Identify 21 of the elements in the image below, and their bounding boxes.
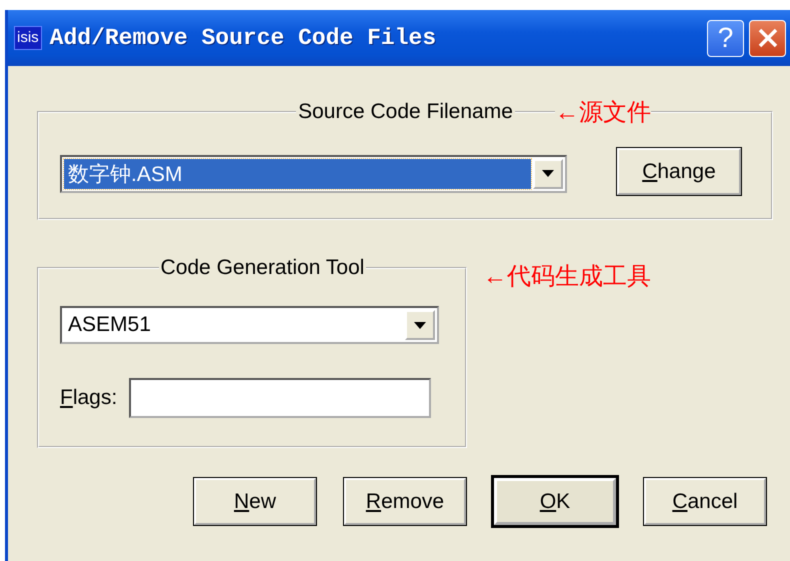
group-title: Code Generation Tool [160, 256, 366, 280]
group-title: Source Code Filename [297, 100, 514, 124]
flags-label: Flags: [60, 386, 118, 410]
dialog-button[interactable]: OK [494, 478, 616, 525]
dropdown-value: 数字钟.ASM [64, 158, 531, 188]
dialog-button[interactable]: Remove [344, 478, 466, 525]
tool-dropdown[interactable]: ASEM51 [60, 306, 439, 344]
dropdown-arrow-button[interactable] [533, 158, 563, 188]
caret-icon [414, 322, 426, 328]
flags-field[interactable] [129, 378, 432, 418]
dialog-button[interactable]: Cancel [644, 478, 766, 525]
dropdown-value: ASEM51 [67, 312, 152, 338]
change-button[interactable]: Change [617, 148, 741, 195]
dropdown-arrow-button[interactable] [405, 310, 435, 340]
app-icon: isis [14, 26, 42, 50]
close-button[interactable] [749, 20, 786, 56]
window-title: Add/Remove Source Code Files [50, 25, 438, 51]
help-button[interactable]: ? [707, 20, 744, 56]
caret-icon [542, 170, 554, 177]
dialog-button[interactable]: New [194, 478, 316, 525]
file-dropdown[interactable]: 数字钟.ASM [60, 154, 567, 192]
